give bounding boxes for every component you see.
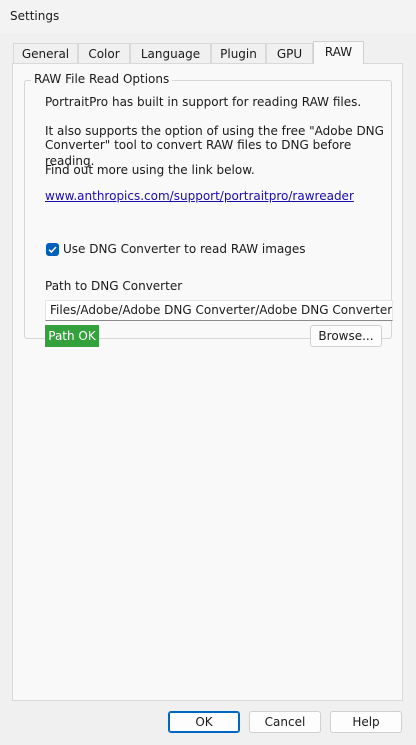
path-status-badge: Path OK [45,325,99,347]
group-title: RAW File Read Options [31,72,173,86]
ok-button[interactable]: OK [168,711,240,733]
window-title: Settings [10,9,60,23]
help-button[interactable]: Help [330,711,402,733]
raw-settings-panel: RAW File Read Options PortraitPro has bu… [12,63,403,701]
find-out-more-text: Find out more using the link below. [45,163,255,177]
tab-language[interactable]: Language [130,43,211,63]
raw-file-read-options-group: RAW File Read Options PortraitPro has bu… [24,72,393,347]
tab-color[interactable]: Color [78,43,130,63]
tab-plugin[interactable]: Plugin [211,43,266,63]
use-dng-converter-label[interactable]: Use DNG Converter to read RAW images [63,241,306,257]
path-label: Path to DNG Converter [45,279,183,293]
cancel-button[interactable]: Cancel [249,711,321,733]
checkmark-icon [48,246,57,254]
raw-reader-link[interactable]: www.anthropics.com/support/portraitpro/r… [45,188,354,204]
builtin-support-text: PortraitPro has built in support for rea… [45,95,362,109]
browse-button[interactable]: Browse... [310,325,382,347]
dng-converter-path-field[interactable]: Files/Adobe/Adobe DNG Converter/Adobe DN… [45,300,393,321]
tab-general[interactable]: General [13,43,78,63]
tab-raw[interactable]: RAW [313,41,364,64]
title-bar: Settings [0,0,416,33]
use-dng-converter-checkbox[interactable] [46,243,59,256]
tab-gpu[interactable]: GPU [266,43,313,63]
